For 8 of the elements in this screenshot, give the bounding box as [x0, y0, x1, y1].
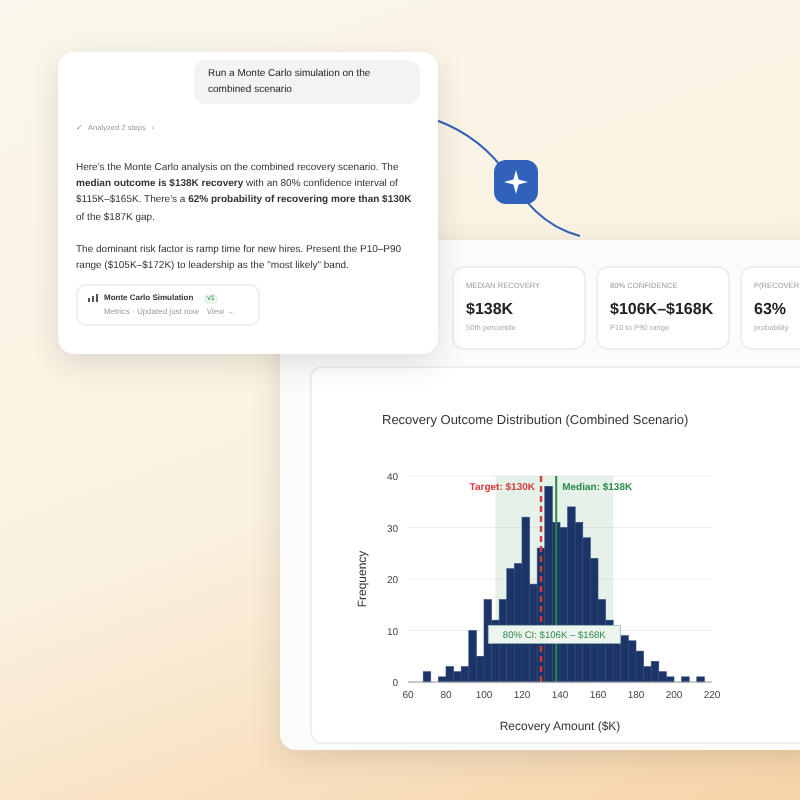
histogram-bar	[696, 676, 705, 682]
metric-value: 63%	[754, 297, 789, 322]
bar-chart-icon	[88, 294, 98, 303]
histogram-bar	[681, 676, 690, 682]
metric-value: $106K–$168K	[610, 297, 716, 322]
sparkle-icon	[504, 170, 528, 194]
histogram-bar	[422, 670, 432, 682]
metric-value: $138K	[466, 297, 516, 322]
